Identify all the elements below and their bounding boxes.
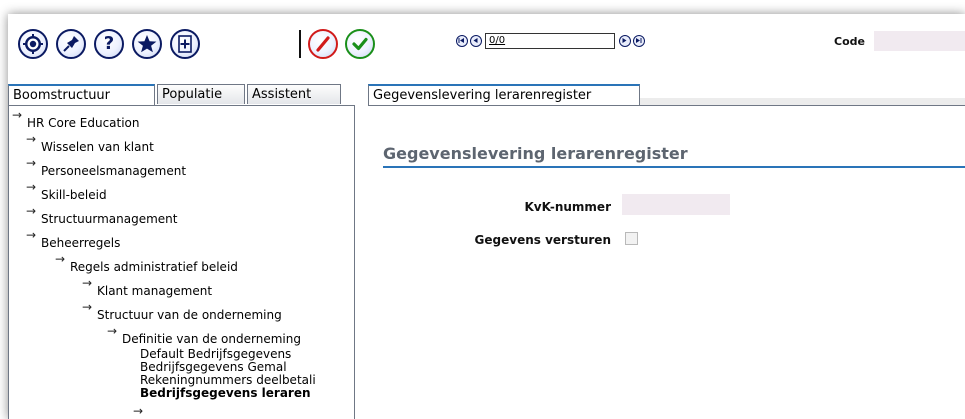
left-tab-bar: Boomstructuur Populatie Assistent	[8, 84, 353, 106]
toolbar: ? 0/0 Code	[8, 14, 965, 80]
tree-item-personeelsmanagement[interactable]: Personeelsmanagement	[41, 164, 186, 178]
tree-arrow-icon: →	[26, 204, 37, 218]
tree-item-definitie-onderneming[interactable]: Definitie van de onderneming	[122, 332, 301, 346]
code-label: Code	[834, 35, 865, 48]
tree-leaf-bedrijfsgegevens-leraren[interactable]: Bedrijfsgegevens leraren	[140, 387, 311, 399]
cancel-slash-icon[interactable]	[308, 29, 338, 59]
tree-arrow-icon: →	[26, 228, 37, 242]
pin-icon[interactable]	[56, 29, 86, 59]
tree-item-wisselen[interactable]: Wisselen van klant	[41, 140, 154, 154]
tree-leaf-bedrijfsgegevens-gemal[interactable]: Bedrijfsgegevens Gemal	[140, 361, 287, 373]
code-input[interactable]	[874, 31, 965, 51]
tree-arrow-icon: →	[107, 324, 118, 338]
tree-item-regels-administratief[interactable]: Regels administratief beleid	[70, 260, 238, 274]
record-pager-field[interactable]: 0/0	[485, 33, 615, 49]
tree-item-structuur-onderneming[interactable]: Structuur van de onderneming	[97, 308, 282, 322]
kvk-input[interactable]	[622, 194, 730, 215]
help-icon[interactable]: ?	[94, 29, 124, 59]
tree-arrow-icon: →	[82, 276, 93, 290]
tab-assistent[interactable]: Assistent	[247, 84, 341, 104]
tree-arrow-icon: →	[26, 180, 37, 194]
tree-arrow-icon: →	[26, 156, 37, 170]
settings-icon[interactable]	[18, 29, 48, 59]
kvk-label: KvK-nummer	[524, 200, 611, 214]
tree-panel: → HR Core Education → Wisselen van klant…	[8, 106, 355, 419]
tree-arrow-icon: →	[12, 108, 23, 122]
tree-arrow-icon: →	[26, 132, 37, 146]
tree-item-structuurmanagement[interactable]: Structuurmanagement	[41, 212, 177, 226]
previous-record-icon[interactable]	[470, 35, 482, 47]
right-tab-baseline	[368, 105, 965, 106]
tab-gegevenslevering[interactable]: Gegevenslevering lerarenregister	[368, 84, 640, 106]
first-record-icon[interactable]	[456, 35, 468, 47]
tree-arrow-icon: →	[82, 300, 93, 314]
favorite-star-icon[interactable]	[132, 29, 162, 59]
tree-leaf-rekeningnummers[interactable]: Rekeningnummers deelbetali	[140, 374, 316, 386]
last-record-icon[interactable]	[633, 35, 645, 47]
send-data-checkbox[interactable]	[625, 232, 638, 245]
tree-leaf-default-bedrijfsgegevens[interactable]: Default Bedrijfsgegevens	[140, 348, 291, 360]
tree-item-beheerregels[interactable]: Beheerregels	[41, 236, 120, 250]
tree-arrow-icon: →	[133, 404, 144, 418]
add-plus-icon[interactable]	[170, 29, 200, 59]
next-record-icon[interactable]	[619, 35, 631, 47]
tree-item-klant-management[interactable]: Klant management	[97, 284, 212, 298]
confirm-check-icon[interactable]	[345, 29, 375, 59]
tree-item-skill-beleid[interactable]: Skill-beleid	[41, 188, 107, 202]
tree-arrow-icon: →	[55, 252, 66, 266]
page-title: Gegevenslevering lerarenregister	[383, 144, 688, 163]
send-data-label: Gegevens versturen	[474, 233, 611, 247]
toolbar-separator	[299, 30, 301, 58]
tab-boomstructuur[interactable]: Boomstructuur	[8, 84, 155, 106]
application-window: ? 0/0 Code Boomstructuur Populatie Assis…	[8, 14, 965, 419]
title-underline	[383, 166, 965, 168]
tree-item-root[interactable]: HR Core Education	[27, 116, 140, 130]
tab-populatie[interactable]: Populatie	[157, 84, 245, 104]
